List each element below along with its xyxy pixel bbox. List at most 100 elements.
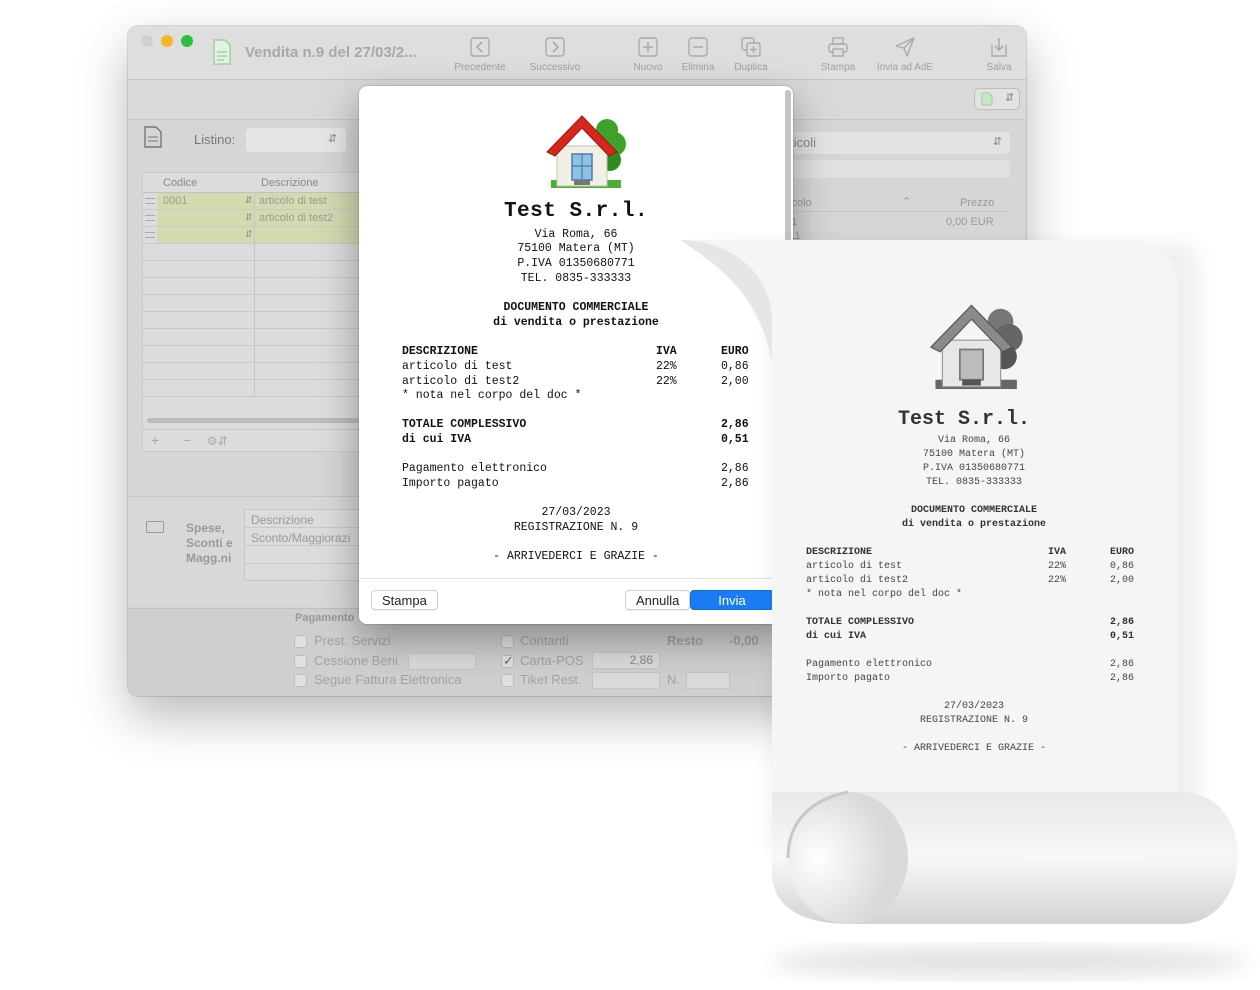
view-selector[interactable]: ⇵ <box>974 88 1020 110</box>
duplicate-icon <box>741 37 761 57</box>
table-row[interactable]: 0001 ⇵ articolo di test <box>143 193 363 210</box>
stepper-icon[interactable]: ⇵ <box>245 212 253 223</box>
cell-code[interactable] <box>157 210 255 226</box>
segue-fattura-checkbox[interactable] <box>294 674 307 687</box>
spese-row[interactable]: Sconto/Maggiorazi <box>245 528 363 546</box>
table-row[interactable] <box>143 329 361 346</box>
horizontal-scrollbar[interactable] <box>147 418 359 423</box>
cell-description[interactable]: articolo di test2 <box>255 210 363 226</box>
item-desc: articolo di test2 <box>402 375 520 388</box>
cell-code[interactable] <box>157 329 255 345</box>
cell-description[interactable] <box>255 380 363 396</box>
column-descrizione[interactable]: Descrizione <box>261 177 318 189</box>
print-col-euro: EURO <box>1110 547 1135 558</box>
cell-description[interactable] <box>255 227 363 243</box>
table-row[interactable] <box>143 261 361 278</box>
cell-description[interactable] <box>255 329 363 345</box>
table-row[interactable] <box>143 380 361 397</box>
plus-square-icon <box>638 37 658 57</box>
minimize-window-button[interactable] <box>161 35 173 47</box>
print-item-desc: articolo di test2 <box>806 575 909 586</box>
print-payment-label: Pagamento elettronico <box>806 659 933 670</box>
cell-description[interactable] <box>255 363 363 379</box>
ticket-field[interactable] <box>592 672 660 689</box>
table-row[interactable] <box>143 278 361 295</box>
print-col-iva: IVA <box>1048 547 1067 558</box>
add-row-button[interactable]: + <box>151 432 159 448</box>
ticket-checkbox[interactable] <box>501 674 514 687</box>
column-codice[interactable]: Codice <box>163 177 197 189</box>
cell-description[interactable] <box>255 261 363 277</box>
sort-chevron-icon[interactable]: ⌃ <box>902 195 911 208</box>
cell-description[interactable] <box>255 244 363 260</box>
cessione-beni-label: Cessione Beni <box>314 653 398 668</box>
table-row[interactable]: ⇵ <box>143 227 363 244</box>
print-tel: TEL. 0835-333333 <box>925 477 1022 488</box>
cell-code[interactable] <box>157 363 255 379</box>
previous-button[interactable]: Precedente <box>440 36 520 76</box>
cell-code[interactable] <box>157 312 255 328</box>
paid-label: Importo pagato <box>402 477 499 490</box>
cell-code[interactable] <box>157 244 255 260</box>
cell-description[interactable]: articolo di test <box>255 193 363 209</box>
stampa-button[interactable]: Stampa <box>371 590 438 610</box>
carta-pos-checkbox[interactable] <box>501 653 514 669</box>
table-row[interactable] <box>143 346 361 363</box>
spese-header[interactable]: Descrizione <box>245 510 363 528</box>
print-city: 75100 Matera (MT) <box>922 449 1026 460</box>
table-row[interactable] <box>143 363 361 380</box>
print-farewell: - ARRIVEDERCI E GRAZIE - <box>901 743 1047 754</box>
zoom-window-button[interactable] <box>181 35 193 47</box>
prest-servizi-checkbox[interactable] <box>294 635 307 648</box>
table-row[interactable] <box>143 244 361 261</box>
stepper-icon[interactable]: ⇵ <box>245 195 253 206</box>
cell-description[interactable] <box>255 278 363 294</box>
print-doc-subtitle: di vendita o prestazione <box>901 519 1047 530</box>
next-button[interactable]: Successivo <box>515 36 595 76</box>
cell-code[interactable] <box>157 278 255 294</box>
cell-description[interactable] <box>255 312 363 328</box>
drag-handle-icon[interactable] <box>145 198 155 204</box>
printed-receipt-illustration: Test S.r.l. Via Roma, 66 75100 Matera (M… <box>660 232 1260 982</box>
gear-icon[interactable]: ⚙⇵ <box>207 434 228 448</box>
carta-pos-field[interactable]: 2,86 <box>592 652 660 669</box>
cell-code[interactable] <box>157 261 255 277</box>
cell-code[interactable] <box>157 295 255 311</box>
cell-code[interactable] <box>157 346 255 362</box>
cell-description[interactable] <box>255 295 363 311</box>
drag-handle-icon[interactable] <box>145 232 155 238</box>
stepper-icon[interactable]: ⇵ <box>245 229 253 240</box>
cell-code[interactable] <box>157 380 255 396</box>
cell-code[interactable]: 0001 <box>157 193 255 209</box>
dialog-scrollbar[interactable] <box>785 90 791 250</box>
print-col-desc: DESCRIZIONE <box>806 547 873 558</box>
remove-row-button[interactable]: − <box>183 432 191 448</box>
contanti-checkbox[interactable] <box>501 635 514 648</box>
items-grid: Codice Descrizione 0001 ⇵ articolo di te… <box>142 172 363 452</box>
close-window-button[interactable] <box>141 35 153 47</box>
send-ade-button[interactable]: Invia ad AdE <box>865 36 945 76</box>
print-item-iva: 22% <box>1048 561 1067 572</box>
cessione-beni-field[interactable] <box>408 653 476 670</box>
spese-row[interactable] <box>245 546 363 564</box>
print-vat-value: 0,51 <box>1110 631 1135 642</box>
column-prezzo[interactable]: Prezzo <box>960 197 994 209</box>
articles-search-field[interactable] <box>784 160 1010 178</box>
table-row[interactable] <box>143 312 361 329</box>
article-price[interactable]: 0,00 EUR <box>946 216 994 228</box>
cell-description[interactable] <box>255 346 363 362</box>
banknote-icon <box>146 521 164 533</box>
cell-code[interactable] <box>157 227 255 243</box>
save-button[interactable]: Salva <box>959 36 1026 76</box>
house-logo <box>546 115 626 188</box>
print-item-iva: 22% <box>1048 575 1067 586</box>
select-updown-icon: ⇵ <box>992 136 1002 148</box>
table-row[interactable] <box>143 295 361 312</box>
articles-select[interactable]: ticoli ⇵ <box>784 132 1010 154</box>
contanti-label: Contanti <box>520 633 569 648</box>
duplicate-button[interactable]: Duplica <box>711 36 791 76</box>
save-download-icon <box>991 38 1007 57</box>
table-row[interactable]: ⇵ articolo di test2 <box>143 210 363 227</box>
drag-handle-icon[interactable] <box>145 215 155 221</box>
cessione-beni-checkbox[interactable] <box>294 655 307 668</box>
